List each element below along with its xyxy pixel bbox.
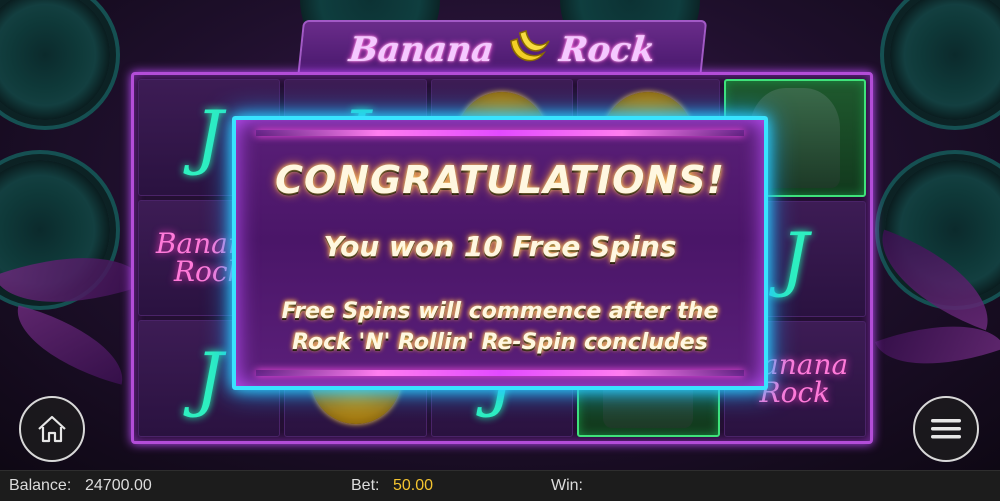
award-message-line-2: Rock 'N' Rollin' Re-Spin concludes [292, 330, 708, 355]
award-message: Free Spins will commence after the Rock … [236, 296, 764, 358]
neon-note-symbol: J [195, 96, 224, 179]
home-icon [38, 415, 66, 443]
logo-word-right: Rock [557, 30, 657, 70]
award-message-line-1: Free Spins will commence after the [281, 299, 719, 324]
free-spins-award-dialog[interactable]: CONGRATULATIONS! You won 10 Free Spins F… [232, 116, 768, 390]
award-text: You won 10 Free Spins [323, 230, 677, 263]
bet-value: 50.00 [393, 477, 434, 494]
dialog-heading: CONGRATULATIONS! [275, 158, 725, 202]
menu-button[interactable] [913, 396, 979, 462]
balance-value: 24700.00 [85, 477, 152, 494]
speaker-top-right [890, 0, 1000, 120]
neon-note-symbol: J [195, 337, 224, 420]
status-bar: Balance: 24700.00 Bet: 50.00 Win: [0, 470, 1000, 501]
banana-logo-icon [509, 30, 550, 62]
symbol-text: Rock [759, 376, 831, 409]
speaker-top-left [0, 0, 110, 120]
game-logo: Banana Rock [296, 20, 708, 80]
home-button[interactable] [19, 396, 85, 462]
bet-label: Bet: [351, 477, 380, 494]
win-label: Win: [551, 477, 583, 494]
neon-note-symbol: J [780, 218, 809, 300]
logo-word-left: Banana [347, 30, 496, 70]
foliage-left-2 [5, 305, 135, 385]
balance-label: Balance: [9, 477, 72, 494]
game-stage: Banana Rock J BananaRock J J J J [0, 0, 1000, 470]
menu-icon [931, 419, 961, 439]
